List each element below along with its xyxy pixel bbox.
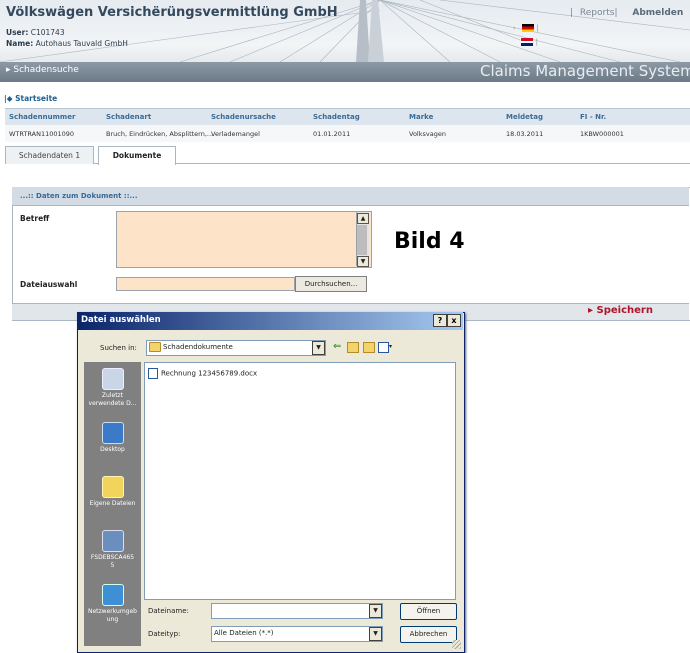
uk-flag-icon[interactable] — [521, 38, 534, 46]
save-link[interactable]: ▸ Speichern — [588, 305, 653, 316]
top-links: | Reports| Abmelden — [570, 8, 687, 18]
place-computer[interactable]: FSDEBSCA465 5 — [84, 530, 141, 570]
computer-icon — [101, 530, 124, 552]
place-desktop-label: Desktop — [100, 446, 125, 453]
file-path-input[interactable] — [116, 277, 295, 291]
filename-dropdown-icon[interactable]: ▼ — [369, 604, 382, 618]
column-header[interactable]: Schadenart — [106, 113, 151, 121]
subject-scrollbar[interactable]: ▲ ▼ — [356, 212, 369, 267]
cell-claim-type: Bruch, Eindrücken, Absplittern,... — [106, 130, 214, 138]
place-my-documents[interactable]: Eigene Dateien — [84, 476, 141, 508]
list-item[interactable]: Rechnung 123456789.docx — [148, 368, 257, 379]
place-network-label: Netzwerkumgeb ung — [88, 608, 137, 623]
figure-caption: Bild 4 — [394, 229, 465, 254]
look-in-label: Suchen in: — [100, 344, 137, 352]
column-header[interactable]: Schadennummer — [9, 113, 75, 121]
open-button[interactable]: Öffnen — [400, 603, 457, 620]
form-title: ...:: Daten zum Dokument ::... — [20, 192, 138, 200]
subject-label: Betreff — [20, 214, 50, 223]
desktop-icon — [101, 422, 124, 444]
filetype-dropdown-icon[interactable]: ▼ — [369, 627, 382, 641]
filename-label: Dateiname: — [148, 607, 189, 615]
my-documents-icon — [101, 476, 124, 498]
recent-documents-icon — [101, 368, 124, 390]
tab-schadendaten[interactable]: Schadendaten 1 — [5, 146, 94, 164]
user-label: User: — [6, 28, 29, 37]
cell-brand: Volksvagen — [409, 130, 446, 138]
nav-claim-search[interactable]: ▸ Schadensuche — [6, 65, 79, 75]
close-button[interactable]: x — [447, 314, 461, 327]
resize-grip[interactable] — [452, 640, 461, 649]
file-name: Rechnung 123456789.docx — [161, 369, 258, 378]
place-recent[interactable]: Zuletzt verwendete D... — [84, 368, 141, 408]
name-info: Name: Autohaus Tauvald GmbH — [6, 39, 128, 48]
app-header: Völkswägen Versichërüngsvermittlüng GmbH… — [0, 0, 690, 82]
place-my-documents-label: Eigene Dateien — [89, 500, 136, 507]
table-header: Schadennummer Schadenart Schadenursache … — [5, 108, 690, 125]
look-in-value: Schadendokumente — [163, 343, 233, 351]
system-title: Claims Management System — [480, 62, 690, 80]
up-folder-icon[interactable] — [347, 342, 359, 353]
cell-claim-cause: Verlademangel — [211, 130, 260, 138]
dealer-name: Autohaus Tauvald GmbH — [35, 39, 128, 48]
subject-textarea[interactable] — [116, 211, 372, 268]
place-computer-label: FSDEBSCA465 5 — [90, 554, 135, 569]
scroll-down-icon[interactable]: ▼ — [357, 256, 369, 267]
user-id: C101743 — [30, 28, 65, 37]
cell-fi-number: 1KBW000001 — [580, 130, 624, 138]
company-name: Völkswägen Versichërüngsvermittlüng GmbH — [6, 5, 338, 20]
new-folder-icon[interactable] — [363, 342, 375, 353]
column-header[interactable]: Meldetag — [506, 113, 543, 121]
scroll-up-icon[interactable]: ▲ — [357, 213, 369, 224]
name-label: Name: — [6, 39, 34, 48]
column-header[interactable]: Schadenursache — [211, 113, 276, 121]
filetype-label: Dateityp: — [148, 630, 181, 638]
dialog-title: Datei auswählen — [81, 315, 161, 325]
home-link[interactable]: |◆ Startseite — [4, 94, 57, 103]
language-flags: › | | — [513, 24, 539, 46]
table-row[interactable]: WTRTRAN11001090 Bruch, Eindrücken, Abspl… — [5, 125, 690, 142]
view-menu-icon[interactable] — [378, 342, 389, 353]
filetype-value: Alle Dateien (*.*) — [214, 629, 274, 637]
file-list[interactable] — [144, 362, 456, 600]
column-header[interactable]: FI - Nr. — [580, 113, 606, 121]
cancel-button[interactable]: Abbrechen — [400, 626, 457, 643]
scroll-thumb[interactable] — [357, 225, 367, 255]
cell-claim-number: WTRTRAN11001090 — [9, 130, 75, 138]
help-button[interactable]: ? — [433, 314, 447, 327]
view-menu-arrow-icon[interactable]: ▾ — [389, 343, 392, 350]
chevron-down-icon[interactable]: ▼ — [312, 341, 325, 355]
column-header[interactable]: Schadentag — [313, 113, 360, 121]
back-arrow-icon[interactable]: ⇐ — [333, 341, 341, 353]
cell-claim-date: 01.01.2011 — [313, 130, 351, 138]
logout-link[interactable]: Abmelden — [632, 8, 683, 18]
filename-input[interactable] — [211, 603, 383, 619]
folder-icon — [149, 342, 161, 352]
browse-button[interactable]: Durchsuchen... — [295, 276, 367, 292]
user-info: User: C101743 — [6, 28, 65, 37]
column-header[interactable]: Marke — [409, 113, 433, 121]
tab-dokumente[interactable]: Dokumente — [98, 146, 176, 165]
word-document-icon — [148, 368, 158, 379]
cell-report-date: 18.03.2011 — [506, 130, 544, 138]
reports-link[interactable]: Reports| — [580, 8, 618, 18]
place-desktop[interactable]: Desktop — [84, 422, 141, 454]
top-link-separator: | — [570, 8, 574, 18]
place-recent-label: Zuletzt verwendete D... — [88, 392, 137, 407]
file-select-label: Dateiauswahl — [20, 280, 78, 289]
german-flag-icon[interactable] — [522, 24, 535, 32]
network-icon — [101, 584, 124, 606]
place-network[interactable]: Netzwerkumgeb ung — [84, 584, 141, 624]
